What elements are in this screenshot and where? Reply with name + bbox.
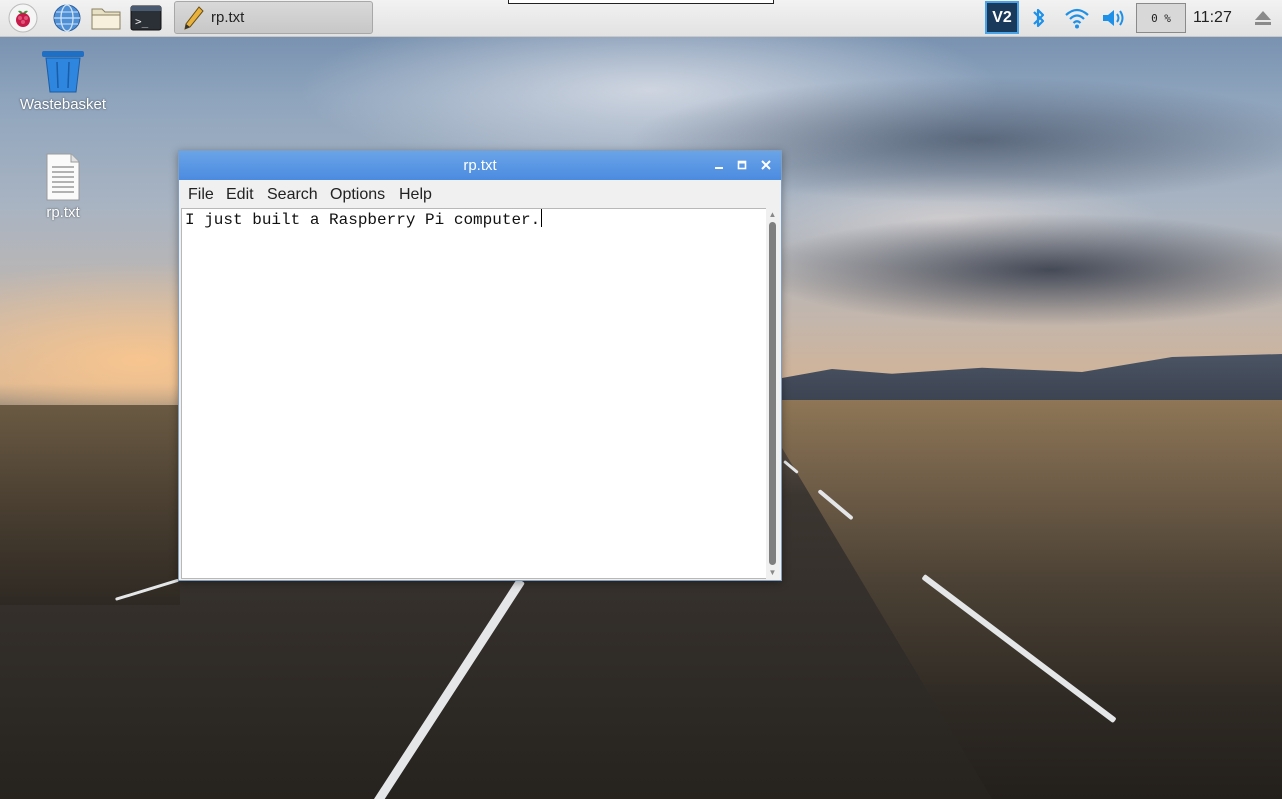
menu-options[interactable]: Options (330, 186, 385, 204)
taskbar-window-button[interactable]: rp.txt (174, 1, 373, 34)
volume-icon[interactable] (1100, 6, 1128, 30)
wallpaper-mountains (782, 354, 1282, 405)
svg-text:>_: >_ (135, 15, 149, 28)
menubar: File Edit Search Options Help (179, 180, 781, 207)
desktop-icon-label: Wastebasket (19, 96, 107, 113)
bluetooth-icon[interactable] (1029, 6, 1049, 30)
menu-help[interactable]: Help (399, 186, 432, 204)
eject-icon[interactable] (1253, 9, 1273, 27)
taskbar-window-label: rp.txt (211, 9, 245, 26)
menu-file[interactable]: File (188, 186, 214, 204)
scroll-down-icon[interactable]: ▼ (768, 568, 777, 577)
window-titlebar[interactable]: rp.txt (179, 151, 781, 180)
cpu-monitor[interactable]: 0 % (1136, 3, 1186, 33)
vnc-label: V2 (992, 8, 1012, 26)
text-file-icon (25, 152, 101, 202)
text-editor-window: rp.txt File Edit Search Options Help I j… (178, 150, 782, 581)
text-content: I just built a Raspberry Pi computer. (185, 209, 543, 229)
road-marking (370, 578, 525, 799)
menu-search[interactable]: Search (267, 186, 318, 204)
web-browser-icon[interactable] (51, 2, 83, 34)
desktop-icon-label: rp.txt (46, 204, 80, 221)
text-cursor (541, 209, 543, 227)
menu-edit[interactable]: Edit (226, 186, 254, 204)
minimize-icon[interactable] (710, 156, 728, 174)
file-manager-icon[interactable] (90, 2, 122, 34)
desktop-icon-rp-txt[interactable]: rp.txt (25, 152, 101, 221)
maximize-icon[interactable] (733, 156, 751, 174)
desktop-icon-wastebasket[interactable]: Wastebasket (10, 48, 116, 113)
taskbar: >_ rp.txt V2 0 % 11:27 (0, 0, 1282, 37)
clock[interactable]: 11:27 (1193, 9, 1232, 27)
window-title: rp.txt (463, 157, 497, 174)
wallpaper-field-right (782, 400, 1282, 799)
terminal-icon[interactable]: >_ (130, 2, 162, 34)
scroll-up-icon[interactable]: ▲ (768, 210, 777, 219)
vertical-scrollbar[interactable]: ▲ ▼ (766, 208, 779, 579)
scrollbar-thumb[interactable] (769, 222, 776, 565)
wastebasket-icon (10, 48, 116, 94)
vnc-icon[interactable]: V2 (985, 1, 1019, 34)
screen-overlay-box (508, 0, 774, 4)
wallpaper-field-left (0, 405, 180, 605)
text-area[interactable]: I just built a Raspberry Pi computer. (181, 208, 767, 579)
wifi-icon[interactable] (1063, 6, 1091, 30)
raspberry-menu-icon[interactable] (7, 2, 39, 34)
text-line: I just built a Raspberry Pi computer. (185, 211, 541, 229)
close-icon[interactable] (757, 156, 775, 174)
text-editor-pencil-icon (183, 5, 205, 31)
